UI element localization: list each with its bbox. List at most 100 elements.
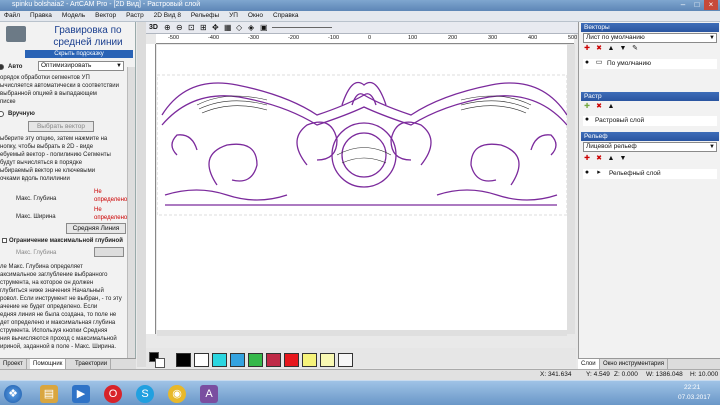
start-orb[interactable]: ❖ (4, 385, 22, 403)
delete-layer-icon[interactable]: ✖ (595, 45, 603, 53)
vector-view-icon[interactable]: ◇ (236, 23, 242, 32)
new-relief-icon[interactable]: ✚ (583, 155, 591, 163)
depth-input[interactable] (94, 247, 124, 257)
limit-depth-label: Ограничение максимальной глубиной (9, 238, 123, 244)
primary-secondary-swatch[interactable] (149, 352, 165, 368)
swatch-4[interactable] (248, 353, 263, 367)
relief-expand-icon[interactable]: ▸ (595, 169, 603, 177)
secondary-color-swatch[interactable] (155, 358, 165, 368)
swatch-7[interactable] (302, 353, 317, 367)
menu-2d-view[interactable]: 2D Вид 8 (150, 11, 185, 20)
brightness-slider[interactable] (272, 27, 332, 28)
canvas-vertical-scrollbar[interactable] (567, 44, 575, 334)
relief-layer-name: Рельефный слой (609, 170, 661, 177)
limit-depth-checkbox[interactable] (2, 238, 7, 243)
menu-help[interactable]: Справка (269, 11, 303, 20)
menu-toolpaths[interactable]: УП (225, 11, 242, 20)
ornament-drawing[interactable] (156, 45, 572, 330)
manual-help-6: очками вдоль полилинии (0, 176, 70, 182)
ruler-label: -200 (288, 35, 300, 41)
chevron-down-icon: ▼ (709, 144, 715, 150)
design-canvas[interactable] (156, 45, 572, 330)
layer-down-icon[interactable]: ▼ (619, 45, 627, 53)
relief-set-select[interactable]: Лицевой рельеф ▼ (583, 142, 717, 152)
status-z: Z: 0.000 (614, 371, 638, 378)
raster-visible-icon[interactable]: ● (583, 116, 591, 124)
menu-model[interactable]: Модель (58, 11, 89, 20)
maximize-button[interactable]: □ (690, 0, 704, 10)
help-line-10: ния вычисляются проход с максимальной (0, 336, 117, 342)
vector-toolbar: ✚ ✖ ▲ ▼ ✎ (583, 45, 717, 55)
raster-layer-name: Растровый слой (595, 117, 645, 124)
new-raster-icon[interactable]: ✚ (583, 103, 591, 111)
relief-layer-row[interactable]: ● ▸ Рельефный слой (583, 169, 717, 179)
swatch-8[interactable] (320, 353, 335, 367)
menu-edit[interactable]: Правка (26, 11, 56, 20)
swatch-3[interactable] (230, 353, 245, 367)
shaded-view-icon[interactable]: ◈ (248, 23, 254, 32)
canvas-horizontal-scrollbar[interactable] (157, 330, 567, 336)
swatch-5[interactable] (266, 353, 281, 367)
layer-visible-icon[interactable]: ● (583, 59, 591, 67)
swatch-2[interactable] (212, 353, 227, 367)
swatch-6[interactable] (284, 353, 299, 367)
auto-mode-select[interactable]: Оптимизировать ▼ (38, 61, 124, 71)
layer-up-icon[interactable]: ▲ (607, 45, 615, 53)
chrome-icon[interactable]: ◉ (168, 385, 186, 403)
relief-up-icon[interactable]: ▲ (607, 155, 615, 163)
panel-title: Гравировка по средней линии (40, 25, 135, 49)
media-icon[interactable]: ▶ (72, 385, 90, 403)
select-vector-button[interactable]: Выбрать вектор (28, 121, 94, 132)
depth-label: Макс. Глубина (16, 250, 57, 256)
zoom-out-icon[interactable]: ⊖ (176, 23, 183, 32)
menu-reliefs[interactable]: Рельефы (187, 11, 223, 20)
zoom-box-icon[interactable]: ⊡ (188, 23, 195, 32)
new-layer-icon[interactable]: ✚ (583, 45, 591, 53)
vector-layer-row[interactable]: ● ▭ По умолчанию (583, 59, 717, 69)
auto-help-1: орядок обработки сегментов УП (0, 75, 90, 81)
pan-icon[interactable]: ✥ (212, 23, 219, 32)
zoom-fit-icon[interactable]: ⊞ (200, 23, 207, 32)
panel-scrollbar[interactable] (127, 67, 135, 367)
manual-help-4: будут вычисляться в порядке (0, 160, 83, 166)
raster-up-icon[interactable]: ▲ (607, 103, 615, 111)
close-button[interactable]: × (704, 0, 718, 10)
menu-window[interactable]: Окно (244, 11, 267, 20)
grid-icon[interactable]: ▦ (224, 23, 232, 32)
layer-lock-icon[interactable]: ▭ (595, 59, 603, 67)
delete-relief-icon[interactable]: ✖ (595, 155, 603, 163)
relief-visible-icon[interactable]: ● (583, 169, 591, 177)
clock-time: 22:21 (684, 384, 701, 391)
swatch-1[interactable] (194, 353, 209, 367)
skype-icon[interactable]: S (136, 385, 154, 403)
view-3d-button[interactable]: 3D (149, 24, 158, 31)
menu-vector[interactable]: Вектор (91, 11, 120, 20)
menu-file[interactable]: Файл (0, 11, 24, 20)
vector-layer-name: По умолчанию (607, 60, 651, 67)
rename-icon[interactable]: ✎ (631, 45, 639, 53)
relief-set-value: Лицевой рельеф (586, 143, 637, 150)
midline-button[interactable]: Средняя Линия (66, 223, 126, 234)
auto-radio[interactable] (0, 64, 4, 70)
delete-raster-icon[interactable]: ✖ (595, 103, 603, 111)
toggle-view-icon[interactable]: ▣ (260, 23, 268, 32)
swatch-9[interactable] (338, 353, 353, 367)
relief-down-icon[interactable]: ▼ (619, 155, 627, 163)
manual-radio[interactable] (0, 111, 4, 117)
opera-icon[interactable]: O (104, 385, 122, 403)
status-x: X: 341.634 (540, 371, 572, 378)
auto-help-4: писке (0, 99, 16, 105)
artcam-icon[interactable]: A (200, 385, 218, 403)
menu-raster[interactable]: Растр (122, 11, 148, 20)
vector-sheet-select[interactable]: Лист по умолчанию ▼ (583, 33, 717, 43)
help-line-11: ириной, заданной в поле - Макс. Ширина. (0, 344, 117, 350)
zoom-in-icon[interactable]: ⊕ (164, 23, 171, 32)
help-line-6: ачение не будет определено. Если (0, 304, 98, 310)
ruler-label: -400 (208, 35, 220, 41)
hide-hint-link[interactable]: Скрыть подсказку (25, 50, 133, 58)
raster-layer-row[interactable]: ● Растровый слой (583, 116, 717, 126)
help-line-5: ровол. Если инструмент не выбран, - то э… (0, 296, 122, 302)
swatch-0[interactable] (176, 353, 191, 367)
minimize-button[interactable]: – (676, 0, 690, 10)
explorer-icon[interactable]: ▤ (40, 385, 58, 403)
